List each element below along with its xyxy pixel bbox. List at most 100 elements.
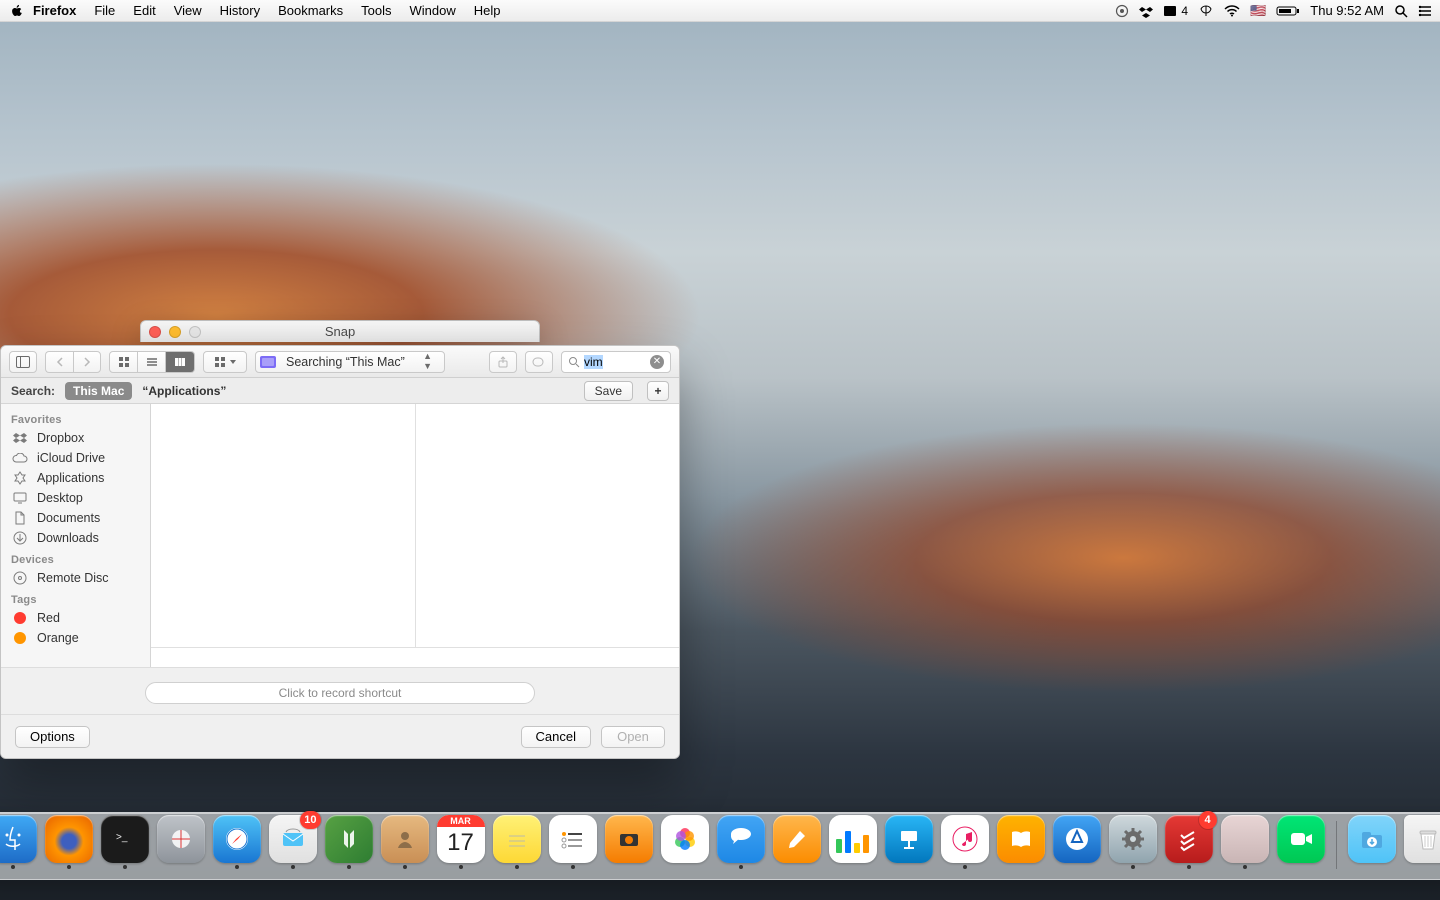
dock-app-itunes[interactable] xyxy=(940,815,990,869)
column-view-button[interactable] xyxy=(166,352,194,372)
forward-button[interactable] xyxy=(73,351,101,373)
menu-extra-spotlight-icon[interactable] xyxy=(1394,4,1408,18)
list-view-button[interactable] xyxy=(138,352,166,372)
dock-app-pages[interactable] xyxy=(772,815,822,869)
dock-app-ibooks[interactable] xyxy=(996,815,1046,869)
dock-downloads-stack[interactable] xyxy=(1347,815,1397,869)
scope-this-mac[interactable]: This Mac xyxy=(65,382,132,400)
sidebar-item-remote-disc[interactable]: Remote Disc xyxy=(1,568,150,588)
dock-app-appstore[interactable] xyxy=(1052,815,1102,869)
tags-button[interactable] xyxy=(525,351,553,373)
open-button[interactable]: Open xyxy=(601,726,665,748)
sidebar-item-documents[interactable]: Documents xyxy=(1,508,150,528)
badge: 10 xyxy=(300,811,320,829)
sidebar-item-label: Dropbox xyxy=(37,431,84,445)
applications-icon xyxy=(11,471,29,485)
location-label: Searching “This Mac” xyxy=(286,355,405,369)
dock-app-snap[interactable] xyxy=(1220,815,1270,869)
documents-icon xyxy=(11,511,29,525)
search-icon xyxy=(568,356,580,368)
menubar-item-history[interactable]: History xyxy=(211,0,269,22)
clear-search-icon[interactable]: ✕ xyxy=(650,355,664,369)
menubar-app-name[interactable]: Firefox xyxy=(24,0,85,22)
dock-app-preferences[interactable] xyxy=(1108,815,1158,869)
dock-app-facetime[interactable] xyxy=(1276,815,1326,869)
share-button[interactable] xyxy=(489,351,517,373)
column-1[interactable] xyxy=(151,404,416,647)
menu-extra-clock[interactable]: Thu 9:52 AM xyxy=(1310,0,1384,22)
menu-extra-sync-icon[interactable] xyxy=(1115,4,1129,18)
dialog-toolbar: Searching “This Mac” ▲▼ ✕ xyxy=(1,346,679,378)
back-button[interactable] xyxy=(45,351,73,373)
scope-applications[interactable]: “Applications” xyxy=(142,384,226,398)
dock-app-numbers[interactable] xyxy=(828,815,878,869)
dock-app-photos[interactable] xyxy=(660,815,710,869)
menu-extra-dropbox-icon[interactable] xyxy=(1139,4,1153,18)
view-switcher[interactable] xyxy=(109,351,195,373)
sidebar-toggle-button[interactable] xyxy=(9,351,37,373)
dock-app-reminders[interactable] xyxy=(548,815,598,869)
cancel-button[interactable]: Cancel xyxy=(521,726,591,748)
menu-extra-input-flag[interactable]: 🇺🇸 xyxy=(1250,0,1266,22)
dialog-sidebar: Favorites Dropbox iCloud Drive Applicati… xyxy=(1,404,151,667)
dock-app-finder[interactable] xyxy=(0,815,38,869)
icon-view-button[interactable] xyxy=(110,352,138,372)
arrange-dropdown[interactable] xyxy=(203,351,247,373)
apple-menu-icon[interactable] xyxy=(10,4,24,18)
dock: >_ 10 MAR17 4 xyxy=(0,812,1440,880)
save-search-button[interactable]: Save xyxy=(584,381,633,401)
dock-app-terminal[interactable]: >_ xyxy=(100,815,150,869)
sidebar-tag-orange[interactable]: Orange xyxy=(1,628,150,648)
chevron-updown-icon: ▲▼ xyxy=(417,352,438,371)
dock-app-photobooth[interactable] xyxy=(604,815,654,869)
dock-app-messages[interactable] xyxy=(716,815,766,869)
scope-label: Search: xyxy=(11,384,55,398)
menubar-item-view[interactable]: View xyxy=(165,0,211,22)
column-2[interactable] xyxy=(416,404,680,647)
dock-app-firefox[interactable] xyxy=(44,815,94,869)
menubar-item-bookmarks[interactable]: Bookmarks xyxy=(269,0,352,22)
shortcut-row: Click to record shortcut xyxy=(1,667,679,714)
menubar-item-window[interactable]: Window xyxy=(401,0,465,22)
sidebar-section-favorites: Favorites xyxy=(1,408,150,428)
calendar-day: 17 xyxy=(447,827,474,859)
window-title: Snap xyxy=(141,324,539,339)
dock-app-calendar[interactable]: MAR17 xyxy=(436,815,486,869)
dock-trash[interactable] xyxy=(1403,815,1440,869)
search-field[interactable]: ✕ xyxy=(561,351,671,373)
location-dropdown[interactable]: Searching “This Mac” ▲▼ xyxy=(255,351,445,373)
dock-app-launchpad[interactable] xyxy=(156,815,206,869)
menubar-item-tools[interactable]: Tools xyxy=(352,0,400,22)
dock-app-keynote[interactable] xyxy=(884,815,934,869)
add-criteria-button[interactable]: + xyxy=(647,381,669,401)
sidebar-item-icloud[interactable]: iCloud Drive xyxy=(1,448,150,468)
options-button[interactable]: Options xyxy=(15,726,90,748)
dock-app-safari[interactable] xyxy=(212,815,262,869)
menubar-item-edit[interactable]: Edit xyxy=(124,0,164,22)
dock-app-notes[interactable] xyxy=(492,815,542,869)
sidebar-item-dropbox[interactable]: Dropbox xyxy=(1,428,150,448)
menu-extra-butterfly-icon[interactable] xyxy=(1198,4,1214,18)
desktop-icon xyxy=(11,492,29,504)
menu-extra-battery-icon[interactable] xyxy=(1276,5,1300,17)
open-dialog: Searching “This Mac” ▲▼ ✕ Search: This M… xyxy=(0,345,680,759)
column-browser[interactable] xyxy=(151,404,679,647)
dock-app-todoist[interactable]: 4 xyxy=(1164,815,1214,869)
sidebar-tag-red[interactable]: Red xyxy=(1,608,150,628)
menu-extra-fantastical-icon[interactable]: 4 xyxy=(1163,0,1188,22)
sidebar-item-applications[interactable]: Applications xyxy=(1,468,150,488)
sidebar-item-label: Documents xyxy=(37,511,100,525)
search-input[interactable] xyxy=(584,355,646,369)
menubar-item-file[interactable]: File xyxy=(85,0,124,22)
sidebar-item-label: iCloud Drive xyxy=(37,451,105,465)
menubar-item-help[interactable]: Help xyxy=(465,0,510,22)
shortcut-recorder[interactable]: Click to record shortcut xyxy=(145,682,535,704)
sidebar-item-label: Downloads xyxy=(37,531,99,545)
sidebar-item-desktop[interactable]: Desktop xyxy=(1,488,150,508)
dock-app-neovim[interactable] xyxy=(324,815,374,869)
dock-app-contacts[interactable] xyxy=(380,815,430,869)
menu-extra-notification-icon[interactable] xyxy=(1418,5,1432,17)
dock-app-mail[interactable]: 10 xyxy=(268,815,318,869)
menu-extra-wifi-icon[interactable] xyxy=(1224,5,1240,17)
sidebar-item-downloads[interactable]: Downloads xyxy=(1,528,150,548)
